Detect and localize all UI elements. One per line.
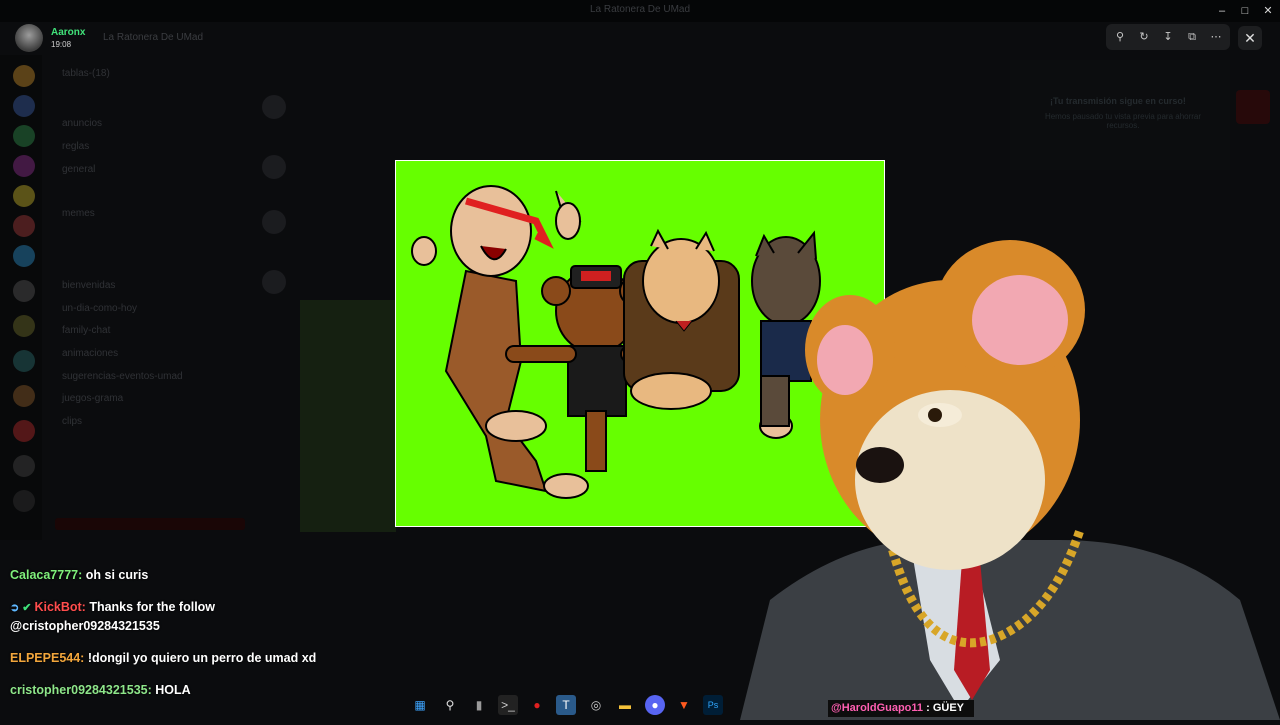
overlay-separator: : bbox=[923, 702, 933, 714]
server-icon[interactable] bbox=[13, 245, 35, 267]
chat-username: ELPEPE544: bbox=[10, 651, 85, 665]
title-bar: La Ratonera De UMad – □ ✕ bbox=[0, 0, 1280, 22]
channel-item[interactable]: general bbox=[62, 164, 95, 175]
message-avatar bbox=[262, 210, 286, 234]
channel-item[interactable]: animaciones bbox=[62, 348, 118, 359]
chat-message: ➲ ✔ KickBot: Thanks for the follow bbox=[10, 600, 215, 614]
channel-item[interactable]: tablas-(18) bbox=[62, 68, 110, 79]
chat-message: Calaca7777: oh si curis bbox=[10, 568, 148, 582]
verified-icon: ✔ bbox=[22, 602, 32, 614]
chat-message: ELPEPE544: !dongil yo quiero un perro de… bbox=[10, 651, 316, 665]
server-icon[interactable] bbox=[13, 65, 35, 87]
taskbar: ▦ ⚲ ▮ >_ ● T ◎ ▬ ● ▼ Ps bbox=[405, 692, 731, 718]
rotate-icon[interactable]: ↻ bbox=[1136, 29, 1152, 45]
file-icon[interactable]: ▮ bbox=[469, 695, 489, 715]
user-status: 19:08 bbox=[51, 40, 72, 49]
channel-item[interactable]: un-dia-como-hoy bbox=[62, 303, 137, 314]
chat-message: cristopher09284321535: HOLA bbox=[10, 683, 191, 697]
chat-text: Thanks for the follow bbox=[89, 600, 216, 614]
window-close-button[interactable]: ✕ bbox=[1260, 3, 1276, 19]
record-icon[interactable]: ● bbox=[527, 695, 547, 715]
server-icon[interactable] bbox=[13, 95, 35, 117]
server-icon[interactable] bbox=[13, 215, 35, 237]
server-icon[interactable] bbox=[13, 125, 35, 147]
more-options-icon[interactable]: ⋯ bbox=[1208, 29, 1224, 45]
cartoon-character-dog bbox=[623, 228, 740, 410]
message-avatar bbox=[262, 270, 286, 294]
chat-text: HOLA bbox=[155, 683, 191, 697]
chat-text: @cristopher09284321535 bbox=[10, 619, 160, 633]
windows-icon[interactable]: ▦ bbox=[410, 695, 430, 715]
download-icon[interactable]: ↧ bbox=[1160, 29, 1176, 45]
channel-item[interactable]: juegos-grama bbox=[62, 393, 123, 404]
chrome-icon[interactable]: ◎ bbox=[586, 695, 606, 715]
maximize-button[interactable]: □ bbox=[1237, 3, 1253, 19]
dim-attachment-thumbnail bbox=[300, 300, 396, 532]
cartoon-character-headband bbox=[411, 185, 589, 499]
channel-item[interactable]: memes bbox=[62, 208, 95, 219]
open-external-icon[interactable]: ⧉ bbox=[1184, 29, 1200, 45]
folder-icon[interactable]: ▬ bbox=[615, 695, 635, 715]
server-rail bbox=[0, 55, 42, 540]
chat-text: !dongil yo quiero un perro de umad xd bbox=[87, 651, 317, 665]
sword-icon: ➲ bbox=[10, 602, 20, 614]
server-icon[interactable] bbox=[13, 350, 35, 372]
viewer-close-button[interactable]: ✕ bbox=[1238, 26, 1262, 50]
discord-icon[interactable]: ● bbox=[645, 695, 665, 715]
voice-bar bbox=[55, 518, 245, 530]
side-thumbnail bbox=[1236, 90, 1270, 124]
minimize-button[interactable]: – bbox=[1214, 3, 1230, 19]
chat-username: Calaca7777: bbox=[10, 568, 83, 582]
message-avatar bbox=[262, 155, 286, 179]
overlay-text: GÜEY bbox=[932, 702, 964, 714]
server-icon[interactable] bbox=[13, 385, 35, 407]
channel-item[interactable]: reglas bbox=[62, 141, 89, 152]
window-title: La Ratonera De UMad bbox=[589, 4, 691, 15]
server-icon[interactable] bbox=[13, 455, 35, 477]
streamer-mascot bbox=[740, 240, 1280, 720]
server-icon[interactable] bbox=[13, 280, 35, 302]
channel-item[interactable]: anuncios bbox=[62, 118, 102, 129]
stream-panel-title: ¡Tu transmisión sigue en curso! bbox=[1050, 96, 1186, 106]
server-icon[interactable] bbox=[13, 185, 35, 207]
channel-item[interactable]: bienvenidas bbox=[62, 280, 115, 291]
overlay-handle: @HaroldGuapo11 bbox=[831, 702, 924, 714]
server-icon[interactable] bbox=[13, 155, 35, 177]
stream-panel: ¡Tu transmisión sigue en curso! Hemos pa… bbox=[1010, 60, 1230, 170]
avatar[interactable] bbox=[15, 24, 43, 52]
stream-panel-body: Hemos pausado tu vista previa para ahorr… bbox=[1044, 112, 1202, 130]
search-icon[interactable]: ⚲ bbox=[440, 695, 460, 715]
overlay-name-bar: @HaroldGuapo11 : GÜEY bbox=[828, 700, 974, 717]
chat-text: oh si curis bbox=[85, 568, 149, 582]
terminal-icon[interactable]: >_ bbox=[498, 695, 518, 715]
chat-username: cristopher09284321535: bbox=[10, 683, 152, 697]
server-icon[interactable] bbox=[13, 420, 35, 442]
brave-icon[interactable]: ▼ bbox=[674, 695, 694, 715]
chat-username: KickBot: bbox=[34, 600, 86, 614]
server-icon[interactable] bbox=[13, 490, 35, 512]
message-avatar bbox=[262, 95, 286, 119]
server-name[interactable]: La Ratonera De UMad bbox=[103, 32, 203, 43]
channel-item[interactable]: clips bbox=[62, 416, 82, 427]
username: Aaronx bbox=[51, 27, 86, 38]
app-icon[interactable]: T bbox=[556, 695, 576, 715]
photoshop-icon[interactable]: Ps bbox=[703, 695, 723, 715]
server-icon[interactable] bbox=[13, 315, 35, 337]
channel-item[interactable]: sugerencias-eventos-umad bbox=[62, 371, 183, 382]
chat-message-continuation: @cristopher09284321535 bbox=[10, 619, 160, 633]
channel-item[interactable]: family-chat bbox=[62, 325, 110, 336]
zoom-icon[interactable]: ⚲ bbox=[1112, 29, 1128, 45]
